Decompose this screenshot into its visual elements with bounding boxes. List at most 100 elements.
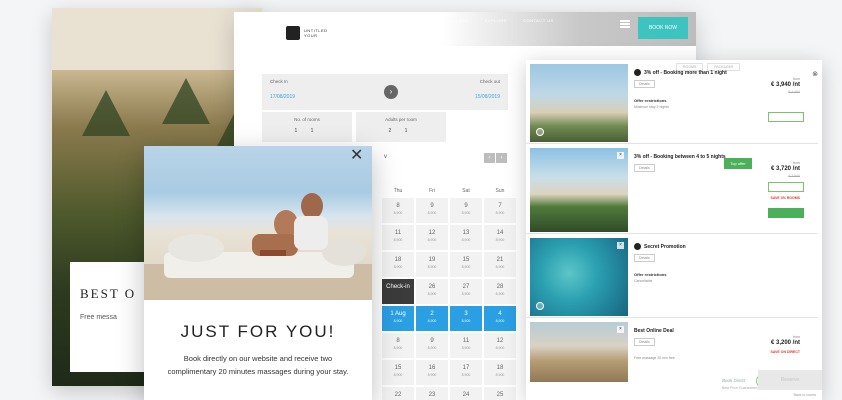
- select-offer-button[interactable]: [768, 182, 804, 192]
- day-number: 28: [496, 284, 504, 290]
- close-icon[interactable]: ✕: [350, 148, 363, 164]
- previous-month-icon[interactable]: ‹: [484, 153, 495, 163]
- original-price: € 4,060: [788, 90, 800, 94]
- day-price: 8,900: [495, 211, 505, 215]
- calendar-day[interactable]: 15 8,900: [382, 360, 414, 385]
- arrow-right-icon: ›: [384, 85, 398, 99]
- day-number: 15: [462, 257, 470, 263]
- adults-label: Adults per room: [385, 117, 417, 122]
- calendar-day[interactable]: 12 8,900: [484, 333, 516, 358]
- calendar-day[interactable]: 14 8,900: [484, 225, 516, 250]
- day-price: 8,900: [427, 346, 437, 350]
- details-link[interactable]: Details: [634, 254, 655, 262]
- calendar-day[interactable]: 24: [450, 387, 482, 400]
- nav-item[interactable]: CONTACT US: [523, 18, 554, 23]
- calendar-day[interactable]: 15 8,900: [450, 252, 482, 277]
- day-number: 9: [430, 338, 434, 344]
- gallery-icon[interactable]: [536, 128, 544, 136]
- day-number: 13: [462, 230, 470, 236]
- calendar-day[interactable]: 11 8,900: [382, 225, 414, 250]
- calendar-day[interactable]: 2 8,900: [416, 306, 448, 331]
- offer-title: Best Online Deal: [634, 328, 674, 334]
- day-number: 17: [462, 365, 470, 371]
- calendar-day[interactable]: 7 8,900: [484, 198, 516, 223]
- calendar-day[interactable]: 9 8,900: [450, 198, 482, 223]
- calendar-day[interactable]: 11 8,900: [450, 333, 482, 358]
- checkin-value[interactable]: 17/08/2019: [270, 94, 295, 100]
- adults-selector[interactable]: Adults per room 2 1: [356, 112, 446, 142]
- checkin-label: Check In: [270, 79, 288, 84]
- calendar-day[interactable]: 9 8,900: [416, 198, 448, 223]
- calendar-week: 18 8,900 19 8,900 15 8,900 21 8,900: [382, 252, 518, 277]
- calendar-day[interactable]: 19 8,900: [416, 252, 448, 277]
- rooms-label: No. of rooms: [294, 117, 320, 122]
- calendar-day[interactable]: 3 8,900: [450, 306, 482, 331]
- details-link[interactable]: Details: [634, 80, 655, 88]
- calendar-day[interactable]: 16 8,900: [416, 360, 448, 385]
- nav-item[interactable]: EXPLORE: [485, 18, 507, 23]
- calendar-day[interactable]: Check-in: [382, 279, 414, 304]
- calendar-day[interactable]: 17 8,900: [450, 360, 482, 385]
- book-now-button[interactable]: BOOK NOW: [638, 17, 688, 39]
- calendar-day[interactable]: 8 8,900: [382, 198, 414, 223]
- nav-item[interactable]: TELLWE: [450, 18, 469, 23]
- calendar-day[interactable]: 13 8,900: [450, 225, 482, 250]
- rooms-selector[interactable]: No. of rooms 1 1: [262, 112, 352, 142]
- calendar-day[interactable]: 25: [484, 387, 516, 400]
- original-price: € 3,840: [788, 174, 800, 178]
- offer-title: 3% off - Booking between 4 to 5 nights: [634, 154, 726, 160]
- offer-title: Secret Promotion: [644, 244, 686, 250]
- calendar-day[interactable]: 27 8,900: [450, 279, 482, 304]
- day-number: 18: [496, 365, 504, 371]
- date-range-picker[interactable]: Check In 17/08/2019 › Check out 15/08/20…: [262, 74, 508, 110]
- details-link[interactable]: Details: [634, 338, 655, 346]
- offer-restrictions-text: Free massage 20 min free: [634, 356, 675, 360]
- calendar-day[interactable]: 28 8,900: [484, 279, 516, 304]
- price-label: from: [793, 161, 800, 165]
- calendar-day[interactable]: 1 Aug 8,900: [382, 306, 414, 331]
- menu-icon[interactable]: [620, 20, 630, 28]
- back-link[interactable]: Back to rooms: [794, 393, 816, 397]
- promo-popup: ✕ JUST FOR YOU! Book directly on our web…: [144, 146, 372, 400]
- offer-restrictions-text: Minimum stay 2 nights: [634, 105, 669, 109]
- day-number: 24: [462, 392, 470, 398]
- day-number: 16: [428, 365, 436, 371]
- calendar-day[interactable]: 18 8,900: [382, 252, 414, 277]
- book-offer-button[interactable]: [768, 208, 804, 218]
- day-number: 12: [496, 338, 504, 344]
- checkout-label: Check out: [479, 79, 500, 84]
- close-icon[interactable]: ×: [617, 242, 624, 249]
- details-link[interactable]: Details: [634, 164, 655, 172]
- checkout-value[interactable]: 15/08/2019: [475, 94, 500, 100]
- beach-photo: [530, 64, 628, 142]
- palm-shape: [162, 78, 210, 124]
- next-month-icon[interactable]: ›: [496, 153, 507, 163]
- day-number: 21: [496, 257, 504, 263]
- day-number: 8: [396, 203, 400, 209]
- select-offer-button[interactable]: [768, 112, 804, 122]
- calendar-day[interactable]: 26 8,900: [416, 279, 448, 304]
- close-icon[interactable]: ×: [617, 326, 624, 333]
- calendar-week: 22 23 24 25: [382, 387, 518, 400]
- close-icon[interactable]: ×: [617, 152, 624, 159]
- price-label: from: [793, 77, 800, 81]
- calendar-day[interactable]: 8 8,900: [382, 333, 414, 358]
- calendar-day[interactable]: 12 8,900: [416, 225, 448, 250]
- hotel-logo[interactable]: UNTITLED YOUR: [286, 26, 334, 40]
- calendar-day[interactable]: 23: [416, 387, 448, 400]
- gallery-icon[interactable]: [536, 302, 544, 310]
- calendar-day[interactable]: 4 8,900: [484, 306, 516, 331]
- day-number: 7: [498, 203, 502, 209]
- reserve-button[interactable]: Reserve: [758, 370, 822, 390]
- resort-photo: ×: [530, 322, 628, 382]
- calendar-day[interactable]: 9 8,900: [416, 333, 448, 358]
- calendar-day[interactable]: 21 8,900: [484, 252, 516, 277]
- month-dropdown[interactable]: v: [384, 154, 387, 160]
- day-price: 8,900: [461, 373, 471, 377]
- day-price: 8,900: [427, 292, 437, 296]
- logo-text: UNTITLED YOUR: [304, 28, 328, 38]
- calendar-day[interactable]: 22: [382, 387, 414, 400]
- calendar-day[interactable]: 18 8,900: [484, 360, 516, 385]
- best-price-label: Best Price Guaranteed: [722, 386, 758, 390]
- save-label: SAVE ON DIRECT: [770, 350, 801, 354]
